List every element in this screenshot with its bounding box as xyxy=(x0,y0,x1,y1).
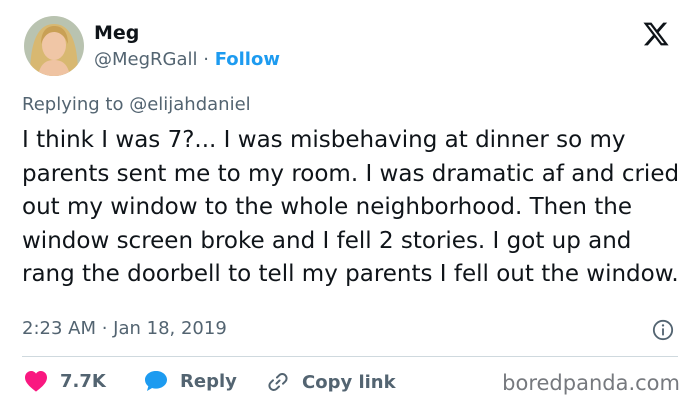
avatar[interactable] xyxy=(24,16,84,76)
follow-button[interactable]: Follow xyxy=(215,49,280,70)
handle-separator: · xyxy=(197,49,215,70)
x-logo-icon[interactable] xyxy=(642,20,670,48)
copy-link-button[interactable]: Copy link xyxy=(266,370,396,394)
watermark: boredpanda.com xyxy=(502,371,680,395)
tweet-text: I think I was 7?... I was misbehaving at… xyxy=(22,127,680,287)
speech-bubble-icon xyxy=(145,371,167,391)
copy-link-label: Copy link xyxy=(302,371,396,393)
reply-label: Reply xyxy=(180,370,237,392)
handle-row: @MegRGall · Follow xyxy=(94,49,280,70)
replying-to[interactable]: Replying to @elijahdaniel xyxy=(22,94,251,115)
like-button[interactable]: 7.7K xyxy=(24,370,106,392)
like-count: 7.7K xyxy=(60,370,106,392)
reply-button[interactable]: Reply xyxy=(144,370,237,392)
divider xyxy=(22,356,678,357)
link-icon xyxy=(268,373,288,391)
info-icon[interactable] xyxy=(652,319,674,341)
heart-icon xyxy=(25,371,47,392)
display-name[interactable]: Meg xyxy=(94,22,139,44)
timestamp[interactable]: 2:23 AM · Jan 18, 2019 xyxy=(22,318,227,339)
user-handle[interactable]: @MegRGall xyxy=(94,49,198,70)
